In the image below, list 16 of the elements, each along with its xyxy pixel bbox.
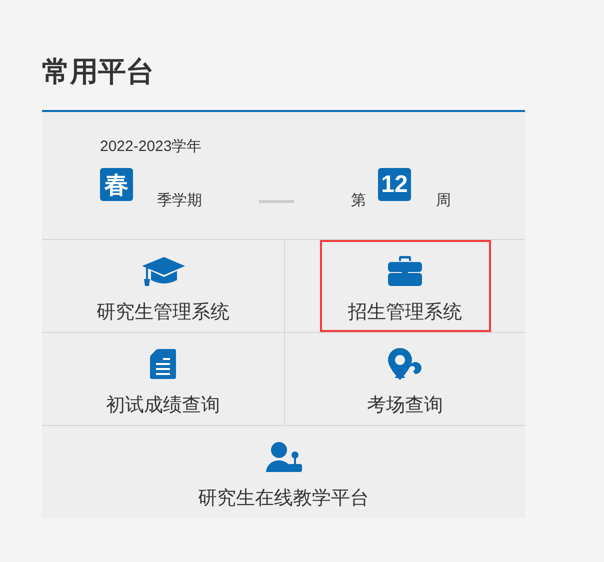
person-microphone-icon — [266, 441, 302, 473]
document-icon — [149, 348, 177, 380]
week-badge: 12 — [378, 168, 411, 201]
graduation-cap-icon — [140, 254, 186, 288]
term-label: 季学期 — [157, 193, 202, 209]
briefcase-icon — [387, 255, 423, 287]
platform-link[interactable]: 招生管理系统 — [348, 301, 462, 325]
academic-year: 2022-2023学年 — [100, 138, 203, 156]
platform-link[interactable]: 研究生管理系统 — [96, 301, 230, 325]
week-prefix: 第 — [351, 193, 366, 209]
location-pin-icon — [387, 347, 423, 381]
season-badge: 春 — [100, 168, 133, 201]
platform-link[interactable]: 考场查询 — [367, 394, 443, 418]
platform-link[interactable]: 初试成绩查询 — [106, 394, 220, 418]
platform-link[interactable]: 研究生在线教学平台 — [198, 487, 369, 511]
week-suffix: 周 — [436, 193, 451, 209]
